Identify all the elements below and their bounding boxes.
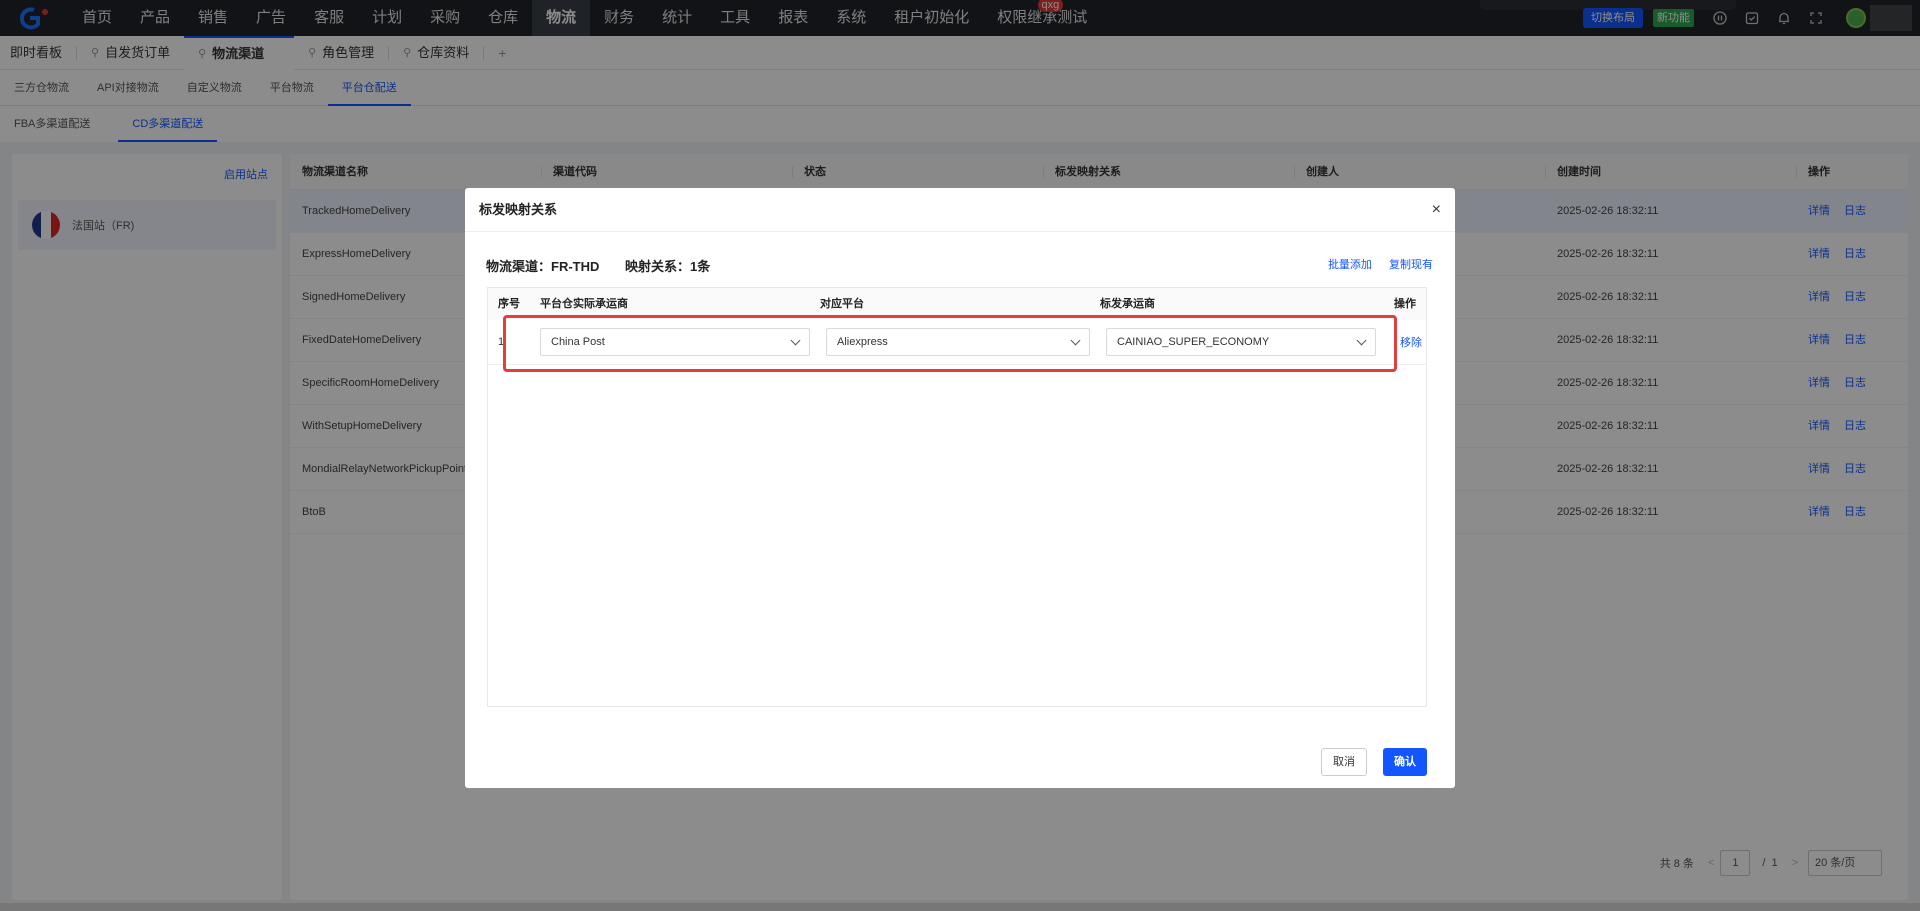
dialog-info: 物流渠道：FR-THD 映射关系：1条 <box>486 256 732 275</box>
cancel-button[interactable]: 取消 <box>1321 748 1367 776</box>
confirm-button[interactable]: 确认 <box>1383 748 1427 776</box>
dialog-header: 标发映射关系 × <box>465 188 1455 232</box>
mapping-dialog: 标发映射关系 × 物流渠道：FR-THD 映射关系：1条 批量添加 复制现有 序… <box>465 188 1455 788</box>
mapping-count: 映射关系：1条 <box>625 259 711 274</box>
dialog-title: 标发映射关系 <box>479 202 558 217</box>
copy-existing-link[interactable]: 复制现有 <box>1389 259 1433 271</box>
channel-label: 物流渠道：FR-THD <box>486 259 600 274</box>
dialog-actions: 批量添加 复制现有 <box>1314 256 1433 272</box>
batch-add-link[interactable]: 批量添加 <box>1328 259 1372 271</box>
highlight-box <box>503 315 1397 372</box>
close-icon[interactable]: × <box>1432 188 1441 232</box>
